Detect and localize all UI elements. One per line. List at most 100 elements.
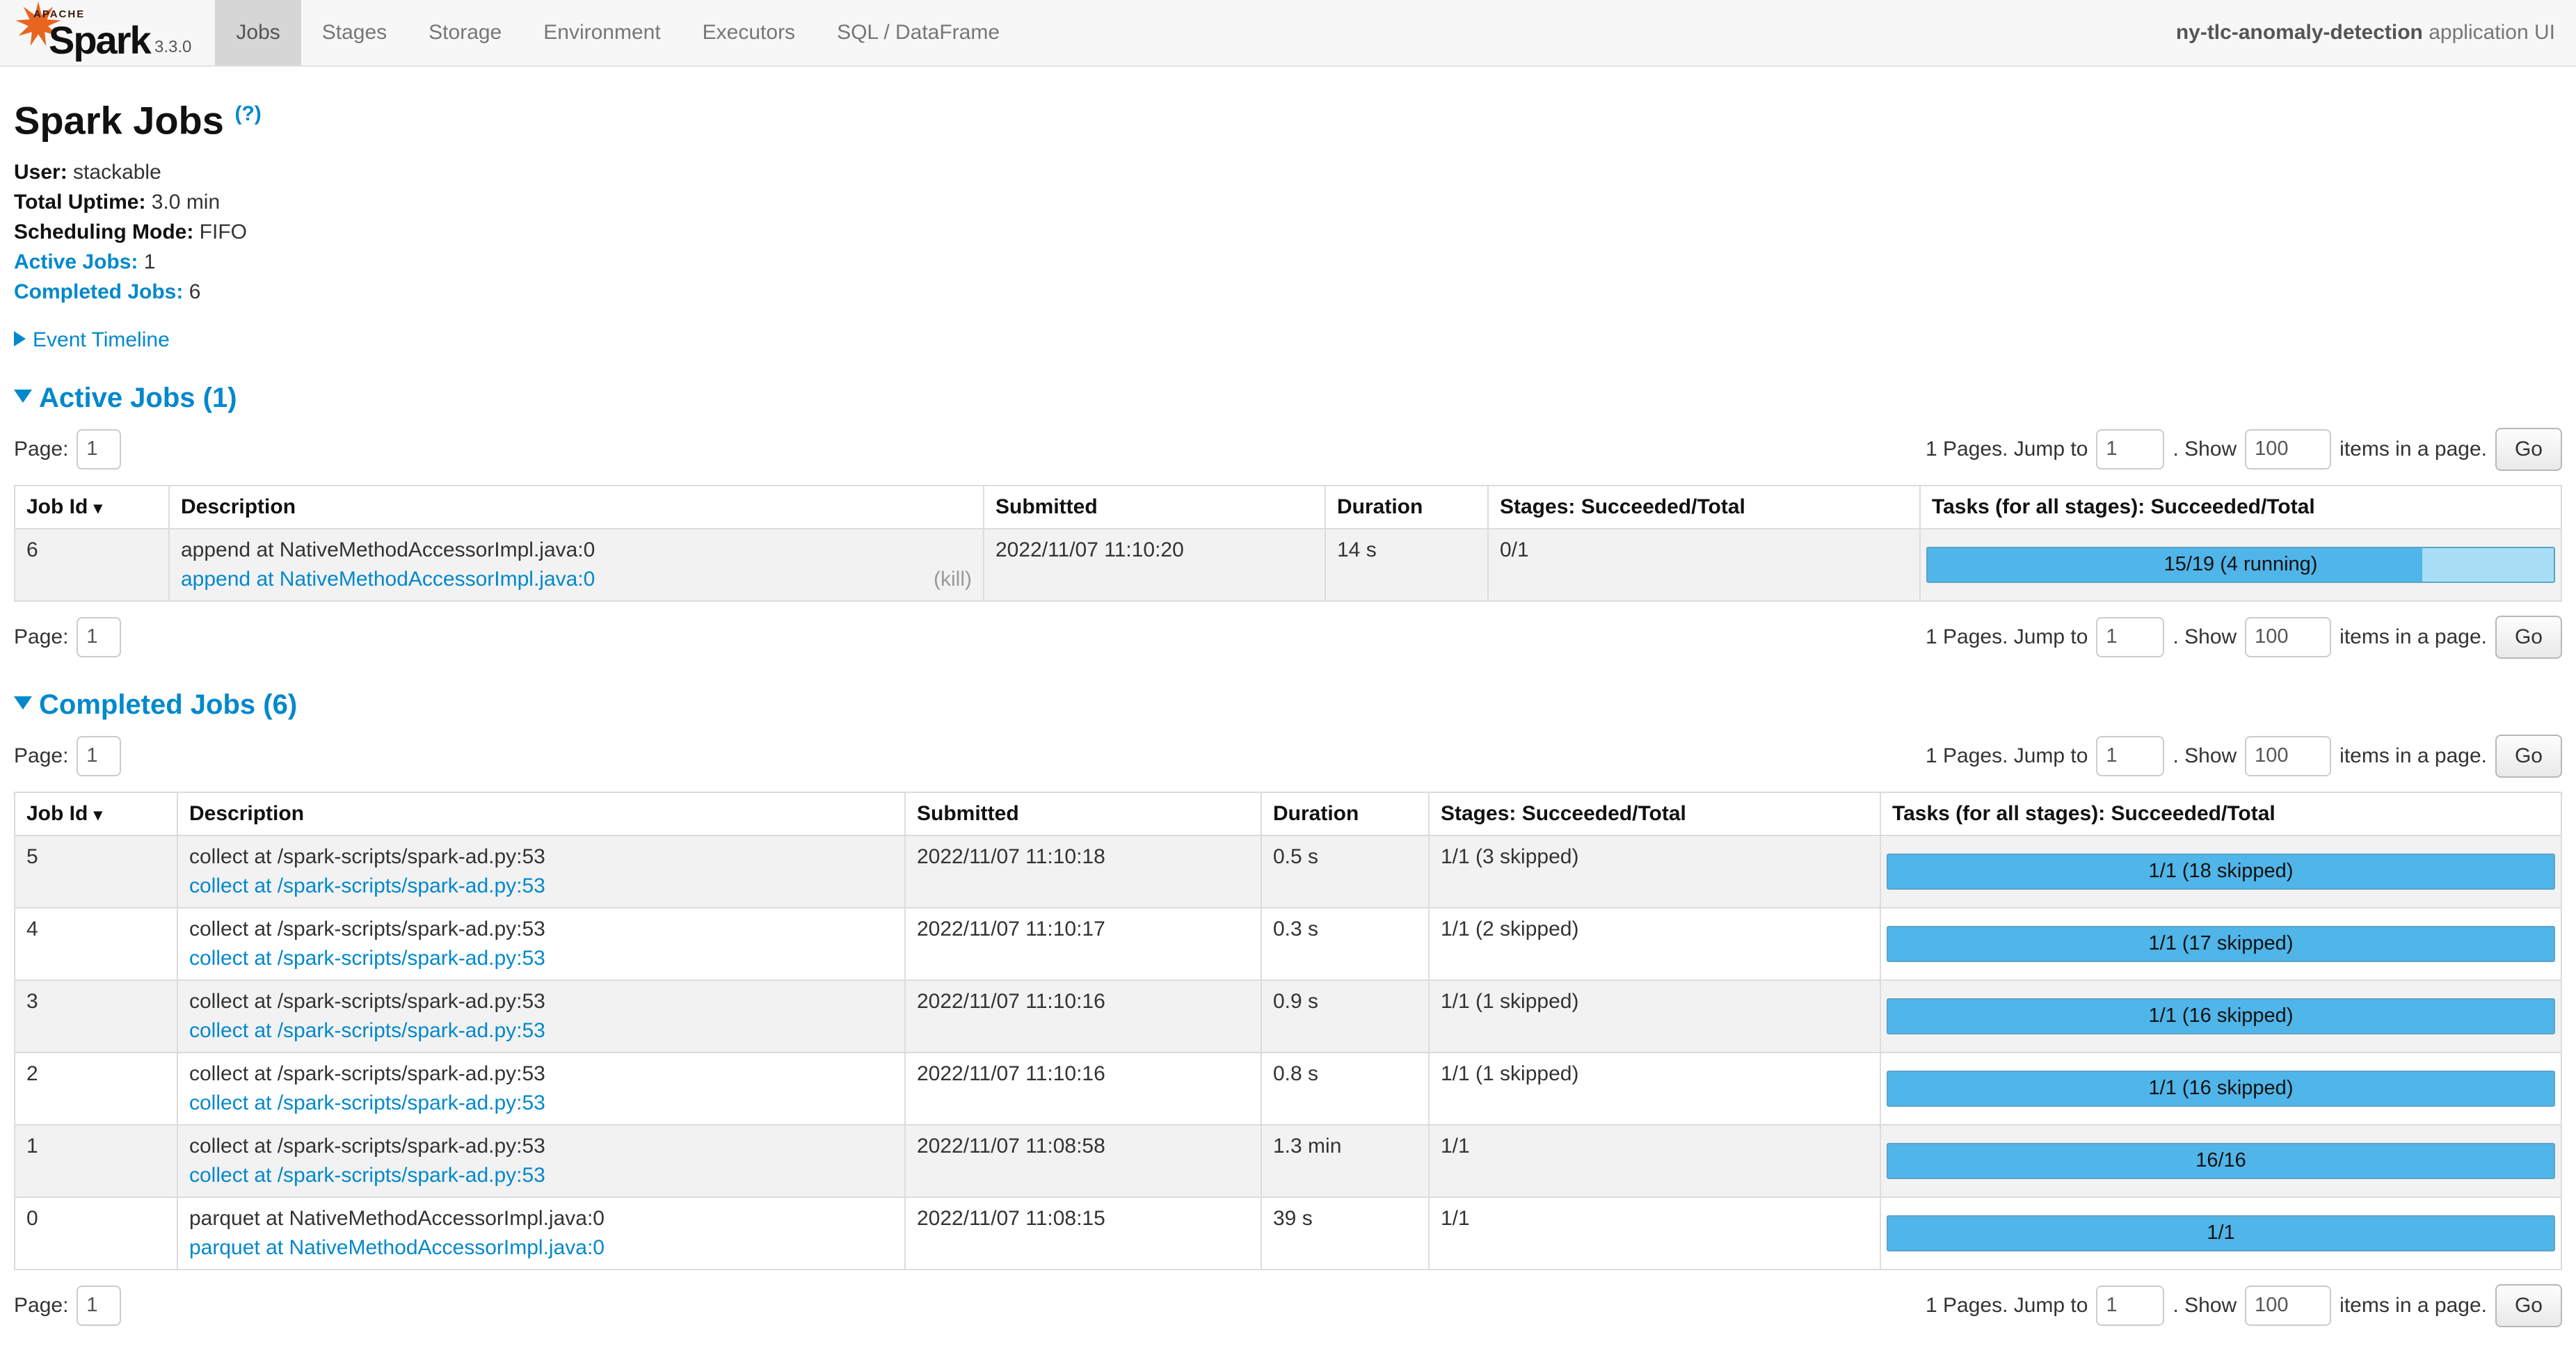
summary-user-label: User: — [14, 161, 67, 184]
page-label: Page: — [14, 438, 68, 461]
completed-jobs-heading-label: Completed Jobs (6) — [39, 689, 297, 720]
col-job-id[interactable]: Job Id ▾ — [15, 792, 177, 835]
tasks-progress-bar: 1/1 (16 skipped) — [1887, 1071, 2555, 1107]
jump-to-input[interactable] — [2096, 617, 2164, 657]
col-stages[interactable]: Stages: Succeeded/Total — [1429, 792, 1880, 835]
jump-to-input[interactable] — [2096, 429, 2164, 470]
go-button[interactable]: Go — [2495, 1284, 2562, 1327]
duration-cell: 0.9 s — [1261, 980, 1429, 1052]
description-cell: collect at /spark-scripts/spark-ad.py:53… — [177, 908, 905, 980]
tab-executors[interactable]: Executors — [682, 0, 816, 65]
col-duration[interactable]: Duration — [1261, 792, 1429, 835]
job-description-link[interactable]: parquet at NativeMethodAccessorImpl.java… — [189, 1236, 605, 1260]
main-content: Spark Jobs (?) User: stackable Total Upt… — [0, 90, 2576, 1369]
tab-sql-dataframe[interactable]: SQL / DataFrame — [816, 0, 1021, 65]
summary-scheduling-mode-label: Scheduling Mode: — [14, 221, 193, 243]
summary-user: User: stackable — [14, 161, 2562, 184]
job-id-cell: 6 — [15, 529, 169, 601]
show-label: . Show — [2173, 1294, 2237, 1318]
col-description[interactable]: Description — [177, 792, 905, 835]
tasks-cell: 1/1 (16 skipped) — [1880, 1052, 2561, 1125]
active-jobs-link[interactable]: Active Jobs: — [14, 250, 138, 273]
spark-wordmark: Spark — [49, 17, 150, 63]
col-submitted[interactable]: Submitted — [984, 486, 1325, 529]
stages-cell: 1/1 (3 skipped) — [1429, 835, 1880, 908]
job-id-cell: 5 — [15, 835, 177, 908]
pagination-bar: Page: 1 Pages. Jump to . Show items in a… — [14, 616, 2562, 659]
go-button[interactable]: Go — [2495, 428, 2562, 471]
submitted-cell: 2022/11/07 11:10:16 — [905, 980, 1261, 1052]
col-tasks[interactable]: Tasks (for all stages): Succeeded/Total — [1880, 792, 2561, 835]
col-submitted[interactable]: Submitted — [905, 792, 1261, 835]
go-button[interactable]: Go — [2495, 616, 2562, 659]
tab-stages[interactable]: Stages — [301, 0, 408, 65]
job-description: collect at /spark-scripts/spark-ad.py:53 — [189, 1135, 893, 1158]
summary-uptime: Total Uptime: 3.0 min — [14, 191, 2562, 214]
event-timeline-toggle[interactable]: Event Timeline — [14, 328, 2562, 352]
description-cell: parquet at NativeMethodAccessorImpl.java… — [177, 1197, 905, 1270]
collapse-arrow-icon — [14, 390, 32, 403]
description-cell: collect at /spark-scripts/spark-ad.py:53… — [177, 980, 905, 1052]
active-jobs-link-label: Active Jobs: — [14, 250, 138, 273]
help-link[interactable]: (?) — [234, 102, 261, 125]
job-description-link[interactable]: collect at /spark-scripts/spark-ad.py:53 — [189, 1091, 545, 1115]
tab-environment[interactable]: Environment — [522, 0, 681, 65]
collapse-arrow-icon — [14, 696, 32, 710]
job-description: collect at /spark-scripts/spark-ad.py:53 — [189, 845, 893, 869]
page-size-input[interactable] — [2245, 429, 2331, 470]
tab-jobs[interactable]: Jobs — [215, 0, 301, 65]
items-label: items in a page. — [2339, 625, 2487, 649]
expand-arrow-icon — [14, 331, 26, 346]
show-label: . Show — [2173, 438, 2237, 461]
duration-cell: 39 s — [1261, 1197, 1429, 1270]
tasks-cell: 15/19 (4 running) — [1920, 529, 2561, 601]
tasks-cell: 16/16 — [1880, 1125, 2561, 1197]
tasks-progress-bar: 15/19 (4 running) — [1926, 547, 2555, 583]
spark-logo[interactable]: APACHE Spark 3.3.0 — [0, 0, 198, 65]
job-description: append at NativeMethodAccessorImpl.java:… — [181, 538, 972, 562]
job-description-link[interactable]: collect at /spark-scripts/spark-ad.py:53 — [189, 1164, 545, 1187]
page-number-input[interactable] — [77, 429, 121, 470]
col-tasks[interactable]: Tasks (for all stages): Succeeded/Total — [1920, 486, 2561, 529]
tasks-progress-bar: 1/1 (16 skipped) — [1887, 998, 2555, 1034]
page-size-input[interactable] — [2245, 617, 2331, 657]
page-number-input[interactable] — [77, 1286, 121, 1326]
job-description: collect at /spark-scripts/spark-ad.py:53 — [189, 918, 893, 941]
page-size-input[interactable] — [2245, 1286, 2331, 1326]
col-duration[interactable]: Duration — [1325, 486, 1488, 529]
col-description[interactable]: Description — [169, 486, 984, 529]
page-number-input[interactable] — [77, 736, 121, 776]
job-description-link[interactable]: collect at /spark-scripts/spark-ad.py:53 — [189, 874, 545, 898]
completed-jobs-link[interactable]: Completed Jobs: — [14, 280, 183, 303]
items-label: items in a page. — [2339, 1294, 2487, 1318]
spark-version: 3.3.0 — [152, 38, 191, 63]
completed-jobs-link-label: Completed Jobs: — [14, 280, 183, 303]
tasks-progress-bar: 1/1 — [1887, 1215, 2555, 1251]
col-job-id[interactable]: Job Id ▾ — [15, 486, 169, 529]
stages-cell: 1/1 (1 skipped) — [1429, 1052, 1880, 1125]
active-jobs-heading[interactable]: Active Jobs (1) — [14, 383, 2562, 414]
job-id-cell: 1 — [15, 1125, 177, 1197]
table-row: 6 append at NativeMethodAccessorImpl.jav… — [15, 529, 2561, 601]
kill-link[interactable]: (kill) — [934, 568, 972, 591]
jump-to-input[interactable] — [2096, 736, 2164, 776]
go-button[interactable]: Go — [2495, 735, 2562, 778]
job-description-link[interactable]: append at NativeMethodAccessorImpl.java:… — [181, 568, 595, 591]
summary-uptime-label: Total Uptime: — [14, 191, 145, 214]
page-size-input[interactable] — [2245, 736, 2331, 776]
col-job-id-label: Job Id — [26, 495, 88, 518]
tab-storage[interactable]: Storage — [408, 0, 522, 65]
job-description-link[interactable]: collect at /spark-scripts/spark-ad.py:53 — [189, 947, 545, 970]
pagination-bar: Page: 1 Pages. Jump to . Show items in a… — [14, 428, 2562, 471]
page-label: Page: — [14, 744, 68, 768]
col-stages[interactable]: Stages: Succeeded/Total — [1488, 486, 1920, 529]
job-description-link[interactable]: collect at /spark-scripts/spark-ad.py:53 — [189, 1019, 545, 1043]
pages-jump-label: 1 Pages. Jump to — [1926, 744, 2088, 768]
page-number-input[interactable] — [77, 617, 121, 657]
items-label: items in a page. — [2339, 744, 2487, 768]
completed-jobs-heading[interactable]: Completed Jobs (6) — [14, 689, 2562, 721]
summary-active-jobs: Active Jobs: 1 — [14, 251, 2562, 273]
duration-cell: 1.3 min — [1261, 1125, 1429, 1197]
jump-to-input[interactable] — [2096, 1286, 2164, 1326]
summary-active-jobs-value: 1 — [144, 250, 156, 273]
